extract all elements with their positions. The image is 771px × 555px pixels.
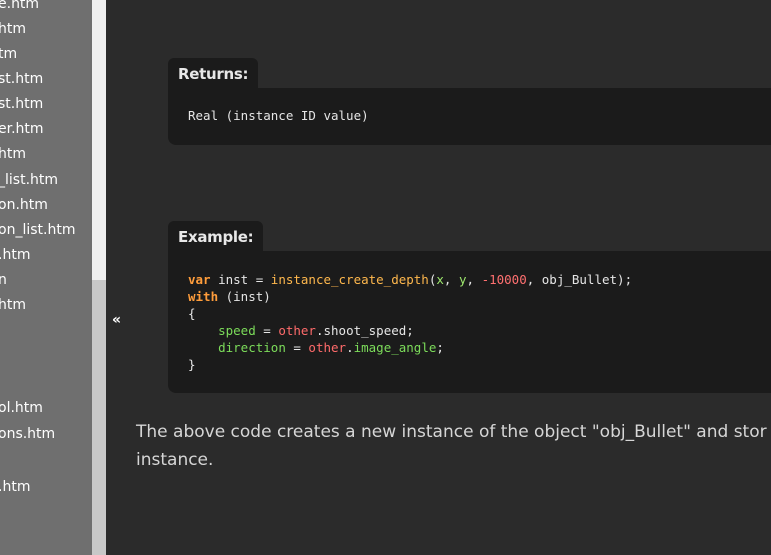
returns-value: Real (instance ID value)	[188, 108, 369, 123]
code-token: );	[617, 272, 633, 287]
file-link[interactable]: e.htm	[0, 0, 39, 13]
returns-heading: Returns:	[168, 58, 259, 90]
code-arg: x	[436, 272, 444, 287]
code-keyword: var	[188, 272, 211, 287]
example-heading: Example:	[168, 221, 264, 253]
code-number: -10000	[481, 272, 527, 287]
code-token: =	[285, 340, 309, 355]
description-line: instance.	[136, 450, 214, 470]
code-token: ;	[436, 340, 444, 355]
code-arg: y	[458, 272, 467, 287]
file-link[interactable]: htm	[0, 20, 26, 38]
content-area: « Returns: Real (instance ID value) Exam…	[106, 0, 771, 555]
file-link[interactable]: htm	[0, 145, 26, 163]
file-link[interactable]: n	[0, 271, 7, 289]
code-token: .	[346, 340, 354, 355]
sidebar-scrollbar[interactable]	[92, 0, 106, 555]
file-link[interactable]: on.htm	[0, 196, 48, 214]
file-link[interactable]: htm	[0, 296, 26, 314]
code-keyword: with	[188, 289, 219, 304]
file-link[interactable]: .htm	[0, 246, 30, 264]
description-text: The above code creates a new instance of…	[136, 418, 771, 474]
code-other: other	[278, 323, 316, 338]
code-token: ,	[526, 272, 542, 287]
file-link[interactable]: .htm	[0, 478, 30, 496]
scrollbar-track[interactable]	[92, 280, 106, 555]
code-token: }	[188, 357, 196, 372]
file-link[interactable]: on_list.htm	[0, 221, 75, 239]
file-link[interactable]: _list.htm	[0, 171, 58, 189]
example-code-box: var inst = instance_create_depth(x, y, -…	[168, 251, 771, 393]
code-token: =	[255, 323, 279, 338]
file-link[interactable]: st.htm	[0, 70, 43, 88]
code-token: =	[248, 272, 271, 287]
code-token: .shoot_speed;	[315, 323, 414, 338]
file-link[interactable]: st.htm	[0, 95, 43, 113]
returns-box: Real (instance ID value)	[168, 88, 771, 145]
code-token: obj_Bullet	[541, 272, 618, 287]
code-property: direction	[218, 340, 286, 355]
file-link[interactable]: ons.htm	[0, 425, 55, 443]
code-token: inst	[218, 272, 249, 287]
code-property: image_angle	[353, 340, 437, 355]
code-token: (inst)	[218, 289, 271, 304]
scrollbar-thumb[interactable]	[92, 0, 106, 280]
sidebar-file-list: e.htm htm tm st.htm st.htm er.htm htm _l…	[0, 0, 92, 555]
collapse-sidebar-icon[interactable]: «	[112, 312, 121, 328]
file-link[interactable]: ol.htm	[0, 399, 43, 417]
code-other: other	[308, 340, 347, 355]
code-property: speed	[218, 323, 256, 338]
code-function: instance_create_depth	[270, 272, 429, 287]
code-token: ,	[466, 272, 482, 287]
code-block: var inst = instance_create_depth(x, y, -…	[188, 271, 632, 373]
code-token: {	[188, 306, 196, 321]
description-line: The above code creates a new instance of…	[136, 422, 767, 442]
file-link[interactable]: er.htm	[0, 120, 44, 138]
code-token: ,	[443, 272, 459, 287]
file-link[interactable]: tm	[0, 45, 17, 63]
